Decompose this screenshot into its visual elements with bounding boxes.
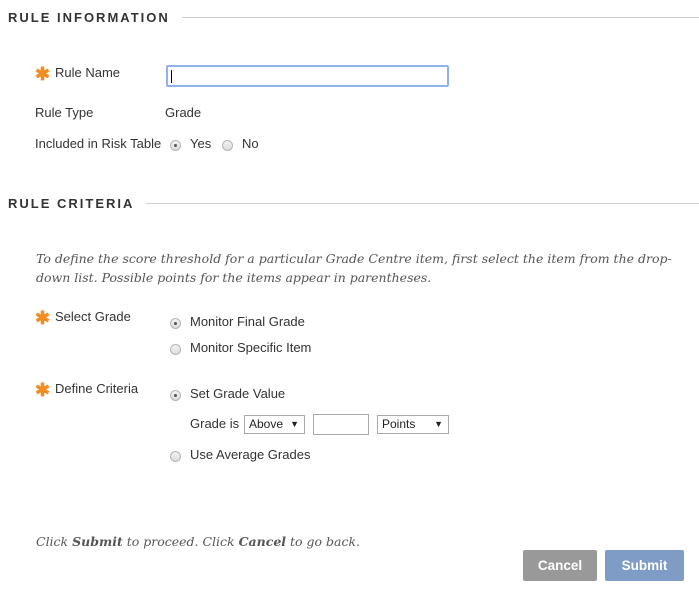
- rule-name-input[interactable]: [166, 65, 449, 87]
- required-asterisk-icon: ✱: [35, 380, 51, 400]
- rule-information-header: RULE INFORMATION: [8, 7, 699, 27]
- footer-cancel-word: Cancel: [238, 534, 287, 549]
- section-title: RULE CRITERIA: [8, 195, 135, 211]
- rule-type-label: Rule Type: [35, 105, 94, 120]
- required-asterisk-icon: ✱: [35, 308, 51, 328]
- comparison-value: Above: [249, 417, 284, 431]
- monitor-final-grade-label[interactable]: Monitor Final Grade: [190, 314, 305, 329]
- set-grade-value-label[interactable]: Set Grade Value: [190, 386, 285, 401]
- grade-is-label: Grade is: [190, 416, 240, 431]
- monitor-specific-item-radio[interactable]: [170, 344, 181, 355]
- comparison-select[interactable]: Above ▼: [244, 415, 305, 434]
- criteria-instructions: To define the score threshold for a part…: [36, 251, 672, 285]
- cancel-button[interactable]: Cancel: [523, 550, 597, 581]
- set-grade-value-radio[interactable]: [170, 390, 181, 401]
- use-average-grades-label[interactable]: Use Average Grades: [190, 447, 310, 462]
- risk-table-label: Included in Risk Table: [35, 136, 162, 151]
- select-grade-label: Select Grade: [55, 309, 131, 324]
- use-average-grades-radio[interactable]: [170, 451, 181, 462]
- risk-table-yes-label[interactable]: Yes: [190, 136, 211, 151]
- submit-button[interactable]: Submit: [605, 550, 684, 581]
- risk-table-no-label[interactable]: No: [242, 136, 259, 151]
- risk-table-no-radio[interactable]: [222, 140, 233, 151]
- section-title: RULE INFORMATION: [8, 9, 170, 25]
- rule-name-label: Rule Name: [55, 65, 121, 80]
- unit-select[interactable]: Points ▼: [377, 415, 449, 434]
- footer-submit-word: Submit: [72, 534, 123, 549]
- grade-value-input[interactable]: [313, 414, 369, 435]
- divider: [146, 202, 699, 204]
- define-criteria-label: Define Criteria: [55, 381, 139, 396]
- unit-value: Points: [382, 417, 416, 431]
- footer-instructions: Click Submit to proceed. Click Cancel to…: [36, 532, 360, 551]
- monitor-final-grade-radio[interactable]: [170, 318, 181, 329]
- required-asterisk-icon: ✱: [35, 64, 51, 84]
- rule-criteria-header: RULE CRITERIA: [8, 193, 699, 213]
- rule-type-value: Grade: [165, 105, 202, 120]
- divider: [181, 16, 699, 18]
- text-caret: [171, 70, 172, 83]
- dropdown-arrow-icon: ▼: [290, 419, 299, 429]
- footer-text: Click: [36, 534, 73, 549]
- dropdown-arrow-icon: ▼: [434, 419, 443, 429]
- footer-text: to proceed. Click: [122, 534, 239, 549]
- monitor-specific-item-label[interactable]: Monitor Specific Item: [190, 340, 311, 355]
- footer-text: to go back.: [286, 534, 361, 549]
- risk-table-yes-radio[interactable]: [170, 140, 181, 151]
